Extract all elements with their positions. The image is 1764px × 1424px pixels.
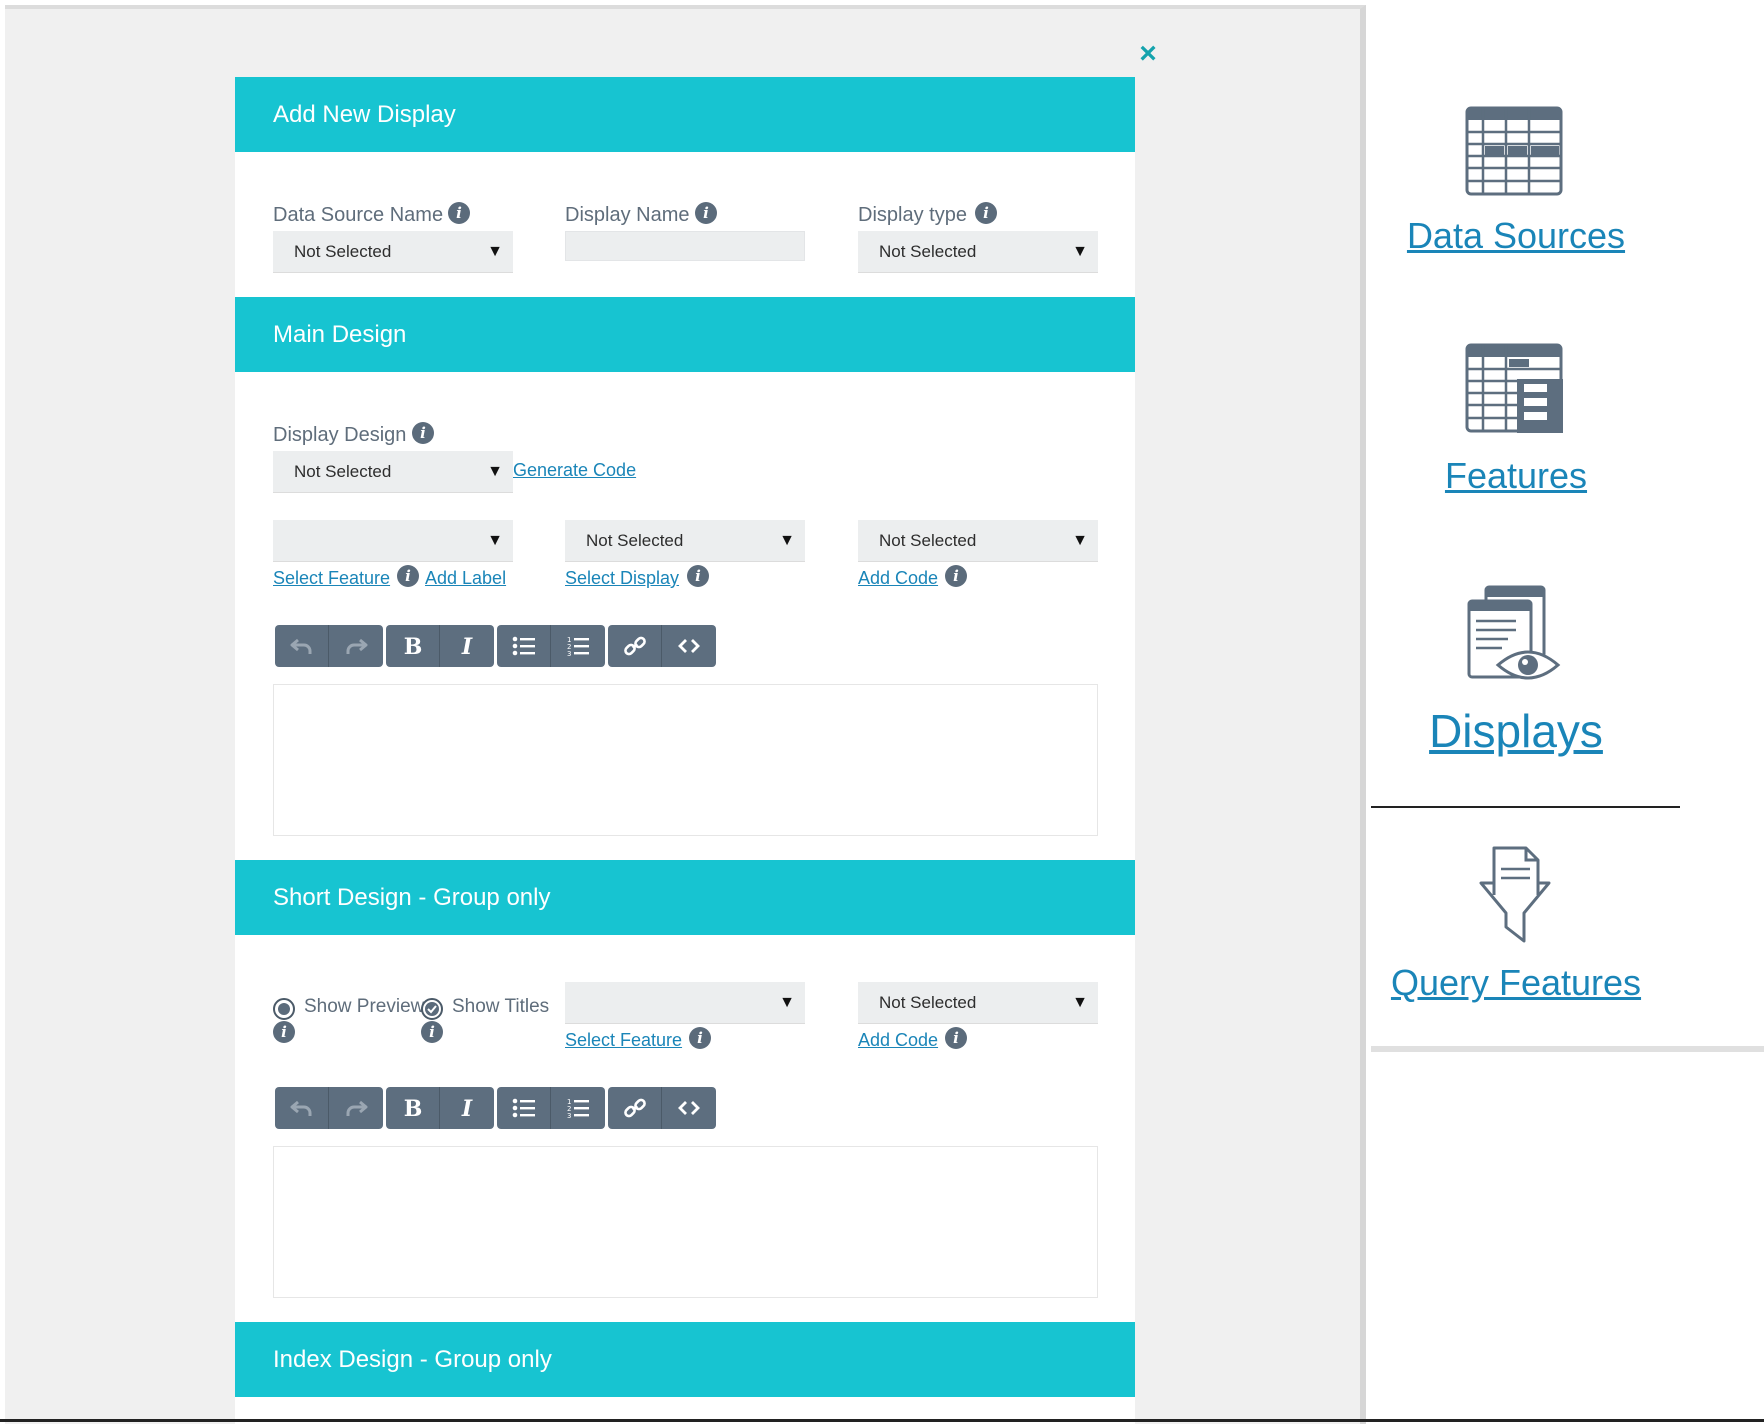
data-source-name-select[interactable]: Not Selected ▼ [273, 231, 513, 273]
display-design-label: Display Design [273, 424, 407, 446]
svg-text:B: B [403, 634, 422, 659]
funnel-document-icon[interactable] [1478, 845, 1552, 950]
features-table-icon[interactable] [1465, 343, 1563, 440]
show-preview-label: Show Preview [304, 996, 425, 1017]
italic-icon[interactable]: I [440, 625, 494, 667]
info-icon[interactable]: i [687, 565, 709, 587]
short-code-select[interactable]: Not Selected ▼ [858, 982, 1098, 1024]
close-icon[interactable]: × [1136, 39, 1160, 69]
nav-displays[interactable]: Displays [1371, 704, 1661, 758]
svg-text:B: B [403, 1096, 422, 1121]
info-icon[interactable]: i [945, 1027, 967, 1049]
svg-text:3: 3 [567, 1112, 571, 1120]
info-icon[interactable]: i [695, 202, 717, 224]
info-icon[interactable]: i [975, 202, 997, 224]
select-feature-link[interactable]: Select Feature [273, 568, 390, 589]
dropdown-arrow-icon: ▼ [779, 994, 795, 1011]
info-icon[interactable]: i [689, 1027, 711, 1049]
numbered-list-icon[interactable]: 123 [551, 625, 605, 667]
info-icon[interactable]: i [421, 1021, 443, 1043]
bold-icon[interactable]: B [386, 1087, 440, 1129]
select-value: Not Selected [879, 993, 977, 1012]
display-design-select[interactable]: Not Selected ▼ [273, 451, 513, 493]
bullet-list-icon[interactable] [497, 1087, 551, 1129]
select-value: Not Selected [879, 242, 977, 261]
short-feature-select[interactable]: ▼ [565, 982, 805, 1024]
redo-icon[interactable] [329, 625, 383, 667]
select-display-link[interactable]: Select Display [565, 568, 679, 589]
section-header-index-design: Index Design - Group only [235, 1322, 1135, 1397]
undo-icon[interactable] [275, 625, 329, 667]
link-icon[interactable] [608, 1087, 662, 1129]
section-header-main-design: Main Design [235, 297, 1135, 372]
select-value: Not Selected [586, 531, 684, 550]
code-icon[interactable] [662, 1087, 716, 1129]
select-value: Not Selected [294, 242, 392, 261]
show-preview-radio[interactable] [273, 998, 295, 1020]
divider [1371, 806, 1680, 808]
short-editor-toolbar: B I 123 [275, 1087, 719, 1129]
short-add-code-link[interactable]: Add Code [858, 1030, 938, 1051]
undo-icon[interactable] [275, 1087, 329, 1129]
show-titles-radio[interactable] [421, 998, 443, 1020]
select-value: Not Selected [294, 462, 392, 481]
dropdown-arrow-icon: ▼ [1072, 994, 1088, 1011]
code-icon[interactable] [662, 625, 716, 667]
italic-icon[interactable]: I [440, 1087, 494, 1129]
numbered-list-icon[interactable]: 123 [551, 1087, 605, 1129]
display-name-input[interactable] [565, 231, 805, 261]
display-name-label: Display Name [565, 204, 690, 226]
section-header-short-design: Short Design - Group only [235, 860, 1135, 935]
info-icon[interactable]: i [397, 565, 419, 587]
select-value: Not Selected [879, 531, 977, 550]
bullet-list-icon[interactable] [497, 625, 551, 667]
section-header-add-new-display: Add New Display [235, 77, 1135, 152]
redo-icon[interactable] [329, 1087, 383, 1129]
info-icon[interactable]: i [448, 202, 470, 224]
code-select[interactable]: Not Selected ▼ [858, 520, 1098, 562]
link-icon[interactable] [608, 625, 662, 667]
display-eye-icon[interactable] [1466, 585, 1562, 690]
info-icon[interactable]: i [273, 1021, 295, 1043]
dropdown-arrow-icon: ▼ [487, 532, 503, 549]
add-code-link[interactable]: Add Code [858, 568, 938, 589]
dropdown-arrow-icon: ▼ [487, 243, 503, 260]
svg-text:I: I [461, 634, 473, 659]
display-type-select[interactable]: Not Selected ▼ [858, 231, 1098, 273]
svg-text:I: I [461, 1096, 473, 1121]
display-type-label: Display type [858, 204, 967, 226]
feature-select[interactable]: ▼ [273, 520, 513, 562]
short-select-feature-link[interactable]: Select Feature [565, 1030, 682, 1051]
sidebar: Data Sources Features Displays Query Fea… [1371, 0, 1764, 1052]
bottom-border [0, 1419, 1764, 1422]
editor-toolbar: B I 123 [275, 625, 719, 667]
info-icon[interactable]: i [412, 422, 434, 444]
dropdown-arrow-icon: ▼ [487, 463, 503, 480]
dropdown-arrow-icon: ▼ [1072, 532, 1088, 549]
info-icon[interactable]: i [945, 565, 967, 587]
dropdown-arrow-icon: ▼ [779, 532, 795, 549]
show-titles-label: Show Titles [452, 996, 550, 1017]
nav-query-features[interactable]: Query Features [1371, 962, 1661, 1004]
dropdown-arrow-icon: ▼ [1072, 243, 1088, 260]
table-icon[interactable] [1465, 106, 1563, 201]
nav-data-sources[interactable]: Data Sources [1371, 215, 1661, 257]
bold-icon[interactable]: B [386, 625, 440, 667]
svg-text:3: 3 [567, 650, 571, 658]
nav-features[interactable]: Features [1371, 455, 1661, 497]
data-source-name-label: Data Source Name [273, 204, 444, 226]
short-design-editor[interactable] [273, 1146, 1098, 1298]
add-display-dialog: Add New Display Data Source Name i Not S… [235, 77, 1135, 1424]
add-label-link[interactable]: Add Label [425, 568, 506, 589]
main-design-editor[interactable] [273, 684, 1098, 836]
generate-code-link[interactable]: Generate Code [513, 460, 636, 481]
display-select[interactable]: Not Selected ▼ [565, 520, 805, 562]
